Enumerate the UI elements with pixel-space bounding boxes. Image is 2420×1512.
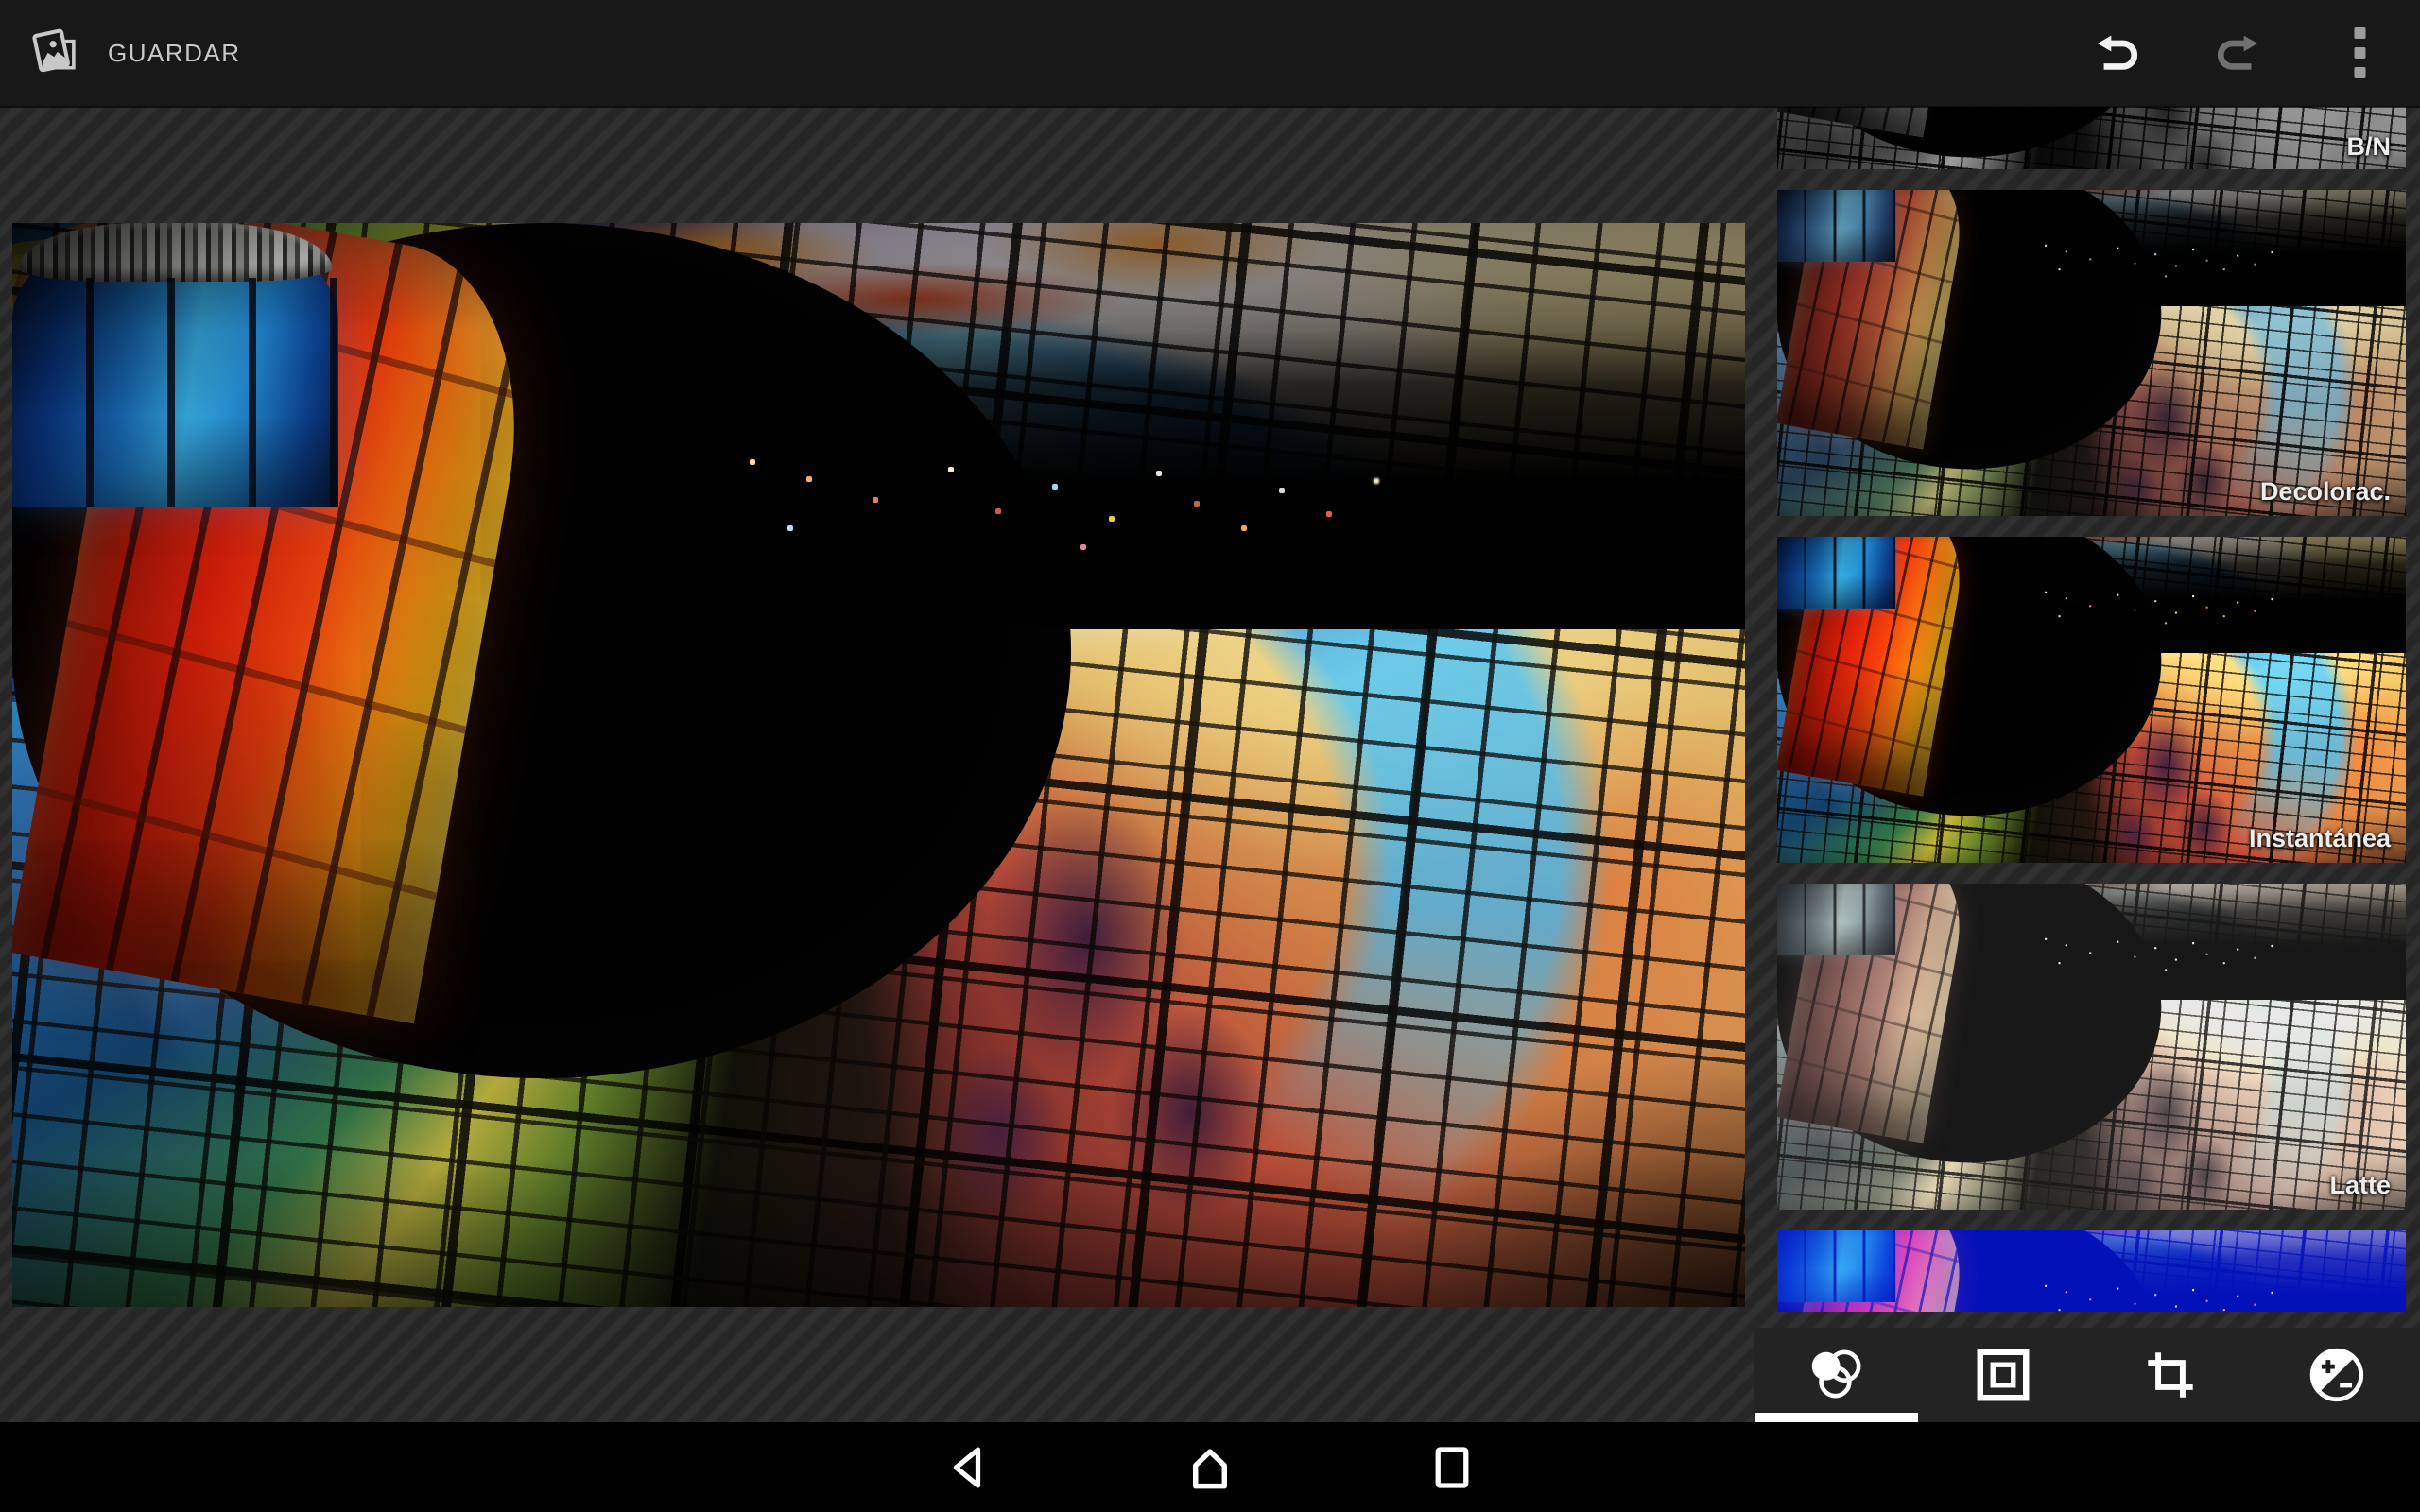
save-button[interactable]: GUARDAR xyxy=(32,0,241,106)
frames-icon xyxy=(1977,1349,2030,1401)
photo-stack-icon xyxy=(32,27,83,78)
recents-icon xyxy=(1434,1445,1470,1490)
crop-icon xyxy=(2144,1349,2197,1401)
redo-icon xyxy=(2214,34,2261,72)
adjust-exposure-icon xyxy=(2308,1347,2365,1403)
top-app-bar: GUARDAR xyxy=(0,0,2420,106)
filter-label-instantanea: Instantánea xyxy=(2249,824,2391,853)
home-icon xyxy=(1187,1445,1233,1490)
photo-editor-screen: GUARDAR xyxy=(0,0,2420,1512)
tab-crop[interactable] xyxy=(2087,1328,2254,1422)
tab-adjust[interactable] xyxy=(2254,1328,2420,1422)
filters-icon xyxy=(1804,1347,1870,1403)
tab-frames[interactable] xyxy=(1920,1328,2086,1422)
tab-filters[interactable] xyxy=(1754,1328,1920,1422)
filter-color-overlay xyxy=(1777,1230,2406,1312)
filter-label-decoloracion: Decolorac. xyxy=(2260,477,2391,507)
filter-thumbnail-blue[interactable] xyxy=(1777,1230,2406,1312)
filter-thumbnail-bn[interactable]: B/N xyxy=(1777,107,2406,169)
redo-button[interactable] xyxy=(2209,0,2266,106)
overflow-menu-icon xyxy=(2354,26,2366,79)
undo-button[interactable] xyxy=(2089,0,2146,106)
filter-thumbnail-decoloracion[interactable]: Decolorac. xyxy=(1777,190,2406,516)
filter-thumbnail-instantanea[interactable]: Instantánea xyxy=(1777,537,2406,863)
undo-icon xyxy=(2094,34,2141,72)
back-icon xyxy=(948,1445,988,1490)
nav-home-button[interactable] xyxy=(1184,1442,1236,1493)
filter-label-latte: Latte xyxy=(2329,1171,2391,1200)
edit-mode-toolbar xyxy=(1754,1328,2420,1422)
save-button-label: GUARDAR xyxy=(108,39,241,68)
filter-label-bn: B/N xyxy=(2347,132,2392,162)
main-photo-preview[interactable] xyxy=(12,223,1745,1307)
dome-of-light-photo xyxy=(12,223,1745,1307)
filter-thumbnail-latte[interactable]: Latte xyxy=(1777,884,2406,1210)
nav-back-button[interactable] xyxy=(942,1442,994,1493)
overflow-menu-button[interactable] xyxy=(2331,0,2388,106)
android-navigation-bar xyxy=(0,1422,2420,1512)
nav-recents-button[interactable] xyxy=(1426,1442,1478,1493)
